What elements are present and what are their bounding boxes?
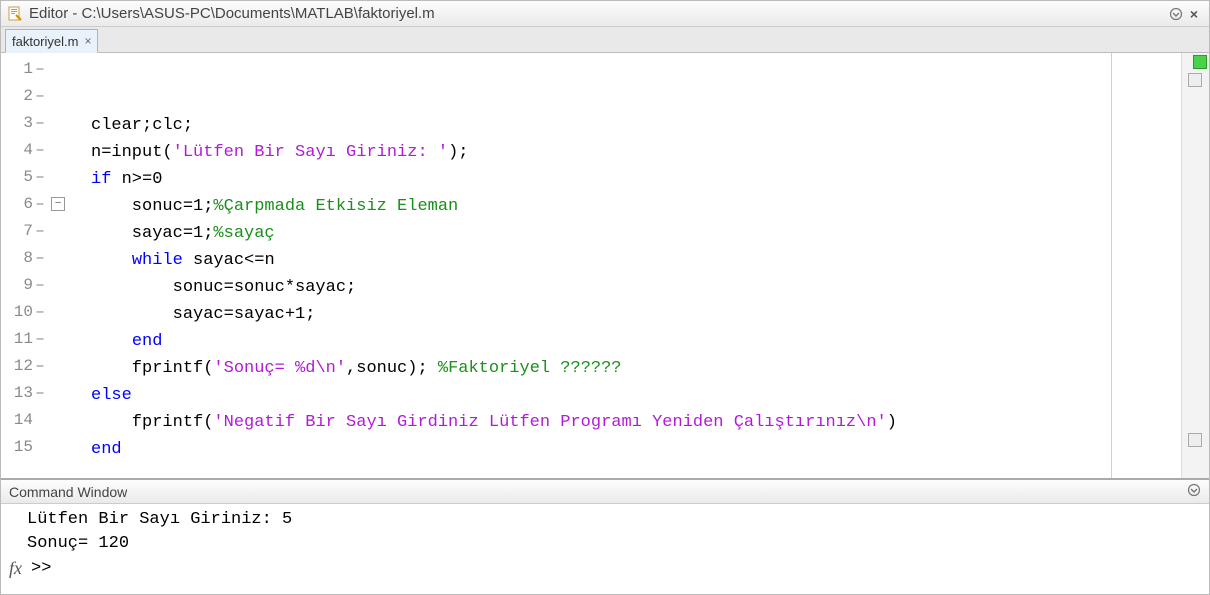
dock-icon[interactable] <box>1167 5 1185 23</box>
editor-pane: 1–2–3–4–5–6–−7–8–9–10–11–12–13–1415 clea… <box>1 53 1209 480</box>
gutter-line: 4– <box>1 136 71 163</box>
editor-icon <box>7 6 23 22</box>
code-line[interactable]: end <box>91 436 1181 463</box>
gutter-line: 2– <box>1 82 71 109</box>
command-window-title: Command Window <box>9 484 127 500</box>
code-line[interactable]: sayac=1;%sayaç <box>91 220 1181 247</box>
fx-icon[interactable]: fx <box>9 558 31 579</box>
code-status-indicator <box>1193 55 1207 69</box>
editor-title: Editor - C:\Users\ASUS-PC\Documents\MATL… <box>29 5 435 22</box>
code-line[interactable]: fprintf('Negatif Bir Sayı Girdiniz Lütfe… <box>91 409 1181 436</box>
tab-strip: faktoriyel.m × <box>1 27 1209 53</box>
command-window-body[interactable]: Lütfen Bir Sayı Giriniz: 5 Sonuç= 120 fx… <box>1 504 1209 594</box>
code-line[interactable]: end <box>91 328 1181 355</box>
command-prompt: >> <box>31 559 51 578</box>
tab-close-icon[interactable]: × <box>84 34 91 48</box>
code-line[interactable]: sonuc=sonuc*sayac; <box>91 274 1181 301</box>
editor-titlebar: Editor - C:\Users\ASUS-PC\Documents\MATL… <box>1 1 1209 27</box>
gutter-line: 14 <box>1 406 71 433</box>
gutter-line: 11– <box>1 325 71 352</box>
code-line[interactable]: clear;clc; <box>91 112 1181 139</box>
scroll-arrow-up-icon[interactable] <box>1188 73 1202 87</box>
code-line[interactable]: n=input('Lütfen Bir Sayı Giriniz: '); <box>91 139 1181 166</box>
tab-label: faktoriyel.m <box>12 34 78 49</box>
close-icon[interactable]: × <box>1185 5 1203 23</box>
command-window-titlebar: Command Window <box>1 480 1209 504</box>
code-line[interactable]: else <box>91 382 1181 409</box>
gutter-line: 12– <box>1 352 71 379</box>
line-gutter: 1–2–3–4–5–6–−7–8–9–10–11–12–13–1415 <box>1 53 71 478</box>
fold-toggle-icon[interactable]: − <box>51 197 65 211</box>
code-line[interactable]: fprintf('Sonuç= %d\n',sonuc); %Faktoriye… <box>91 355 1181 382</box>
code-line[interactable]: while sayac<=n <box>91 247 1181 274</box>
code-line[interactable]: sonuc=1;%Çarpmada Etkisiz Eleman <box>91 193 1181 220</box>
gutter-line: 1– <box>1 55 71 82</box>
code-area[interactable]: clear;clc;n=input('Lütfen Bir Sayı Girin… <box>71 53 1181 478</box>
code-line[interactable]: if n>=0 <box>91 166 1181 193</box>
scroll-arrow-down-icon[interactable] <box>1188 433 1202 447</box>
gutter-line: 10– <box>1 298 71 325</box>
right-margin-line <box>1111 53 1112 478</box>
command-output-line: Lütfen Bir Sayı Giriniz: 5 <box>9 508 1201 532</box>
gutter-line: 5– <box>1 163 71 190</box>
gutter-line: 7– <box>1 217 71 244</box>
gutter-line: 6–− <box>1 190 71 217</box>
gutter-line: 13– <box>1 379 71 406</box>
command-window-dock-icon[interactable] <box>1187 483 1201 500</box>
command-output-line: Sonuç= 120 <box>9 532 1201 556</box>
gutter-line: 15 <box>1 433 71 460</box>
code-line[interactable]: sayac=sayac+1; <box>91 301 1181 328</box>
gutter-line: 9– <box>1 271 71 298</box>
tab-faktoriyel[interactable]: faktoriyel.m × <box>5 29 98 53</box>
gutter-line: 3– <box>1 109 71 136</box>
code-line[interactable] <box>91 463 1181 478</box>
gutter-line: 8– <box>1 244 71 271</box>
scrollbar-overview[interactable] <box>1181 53 1209 478</box>
